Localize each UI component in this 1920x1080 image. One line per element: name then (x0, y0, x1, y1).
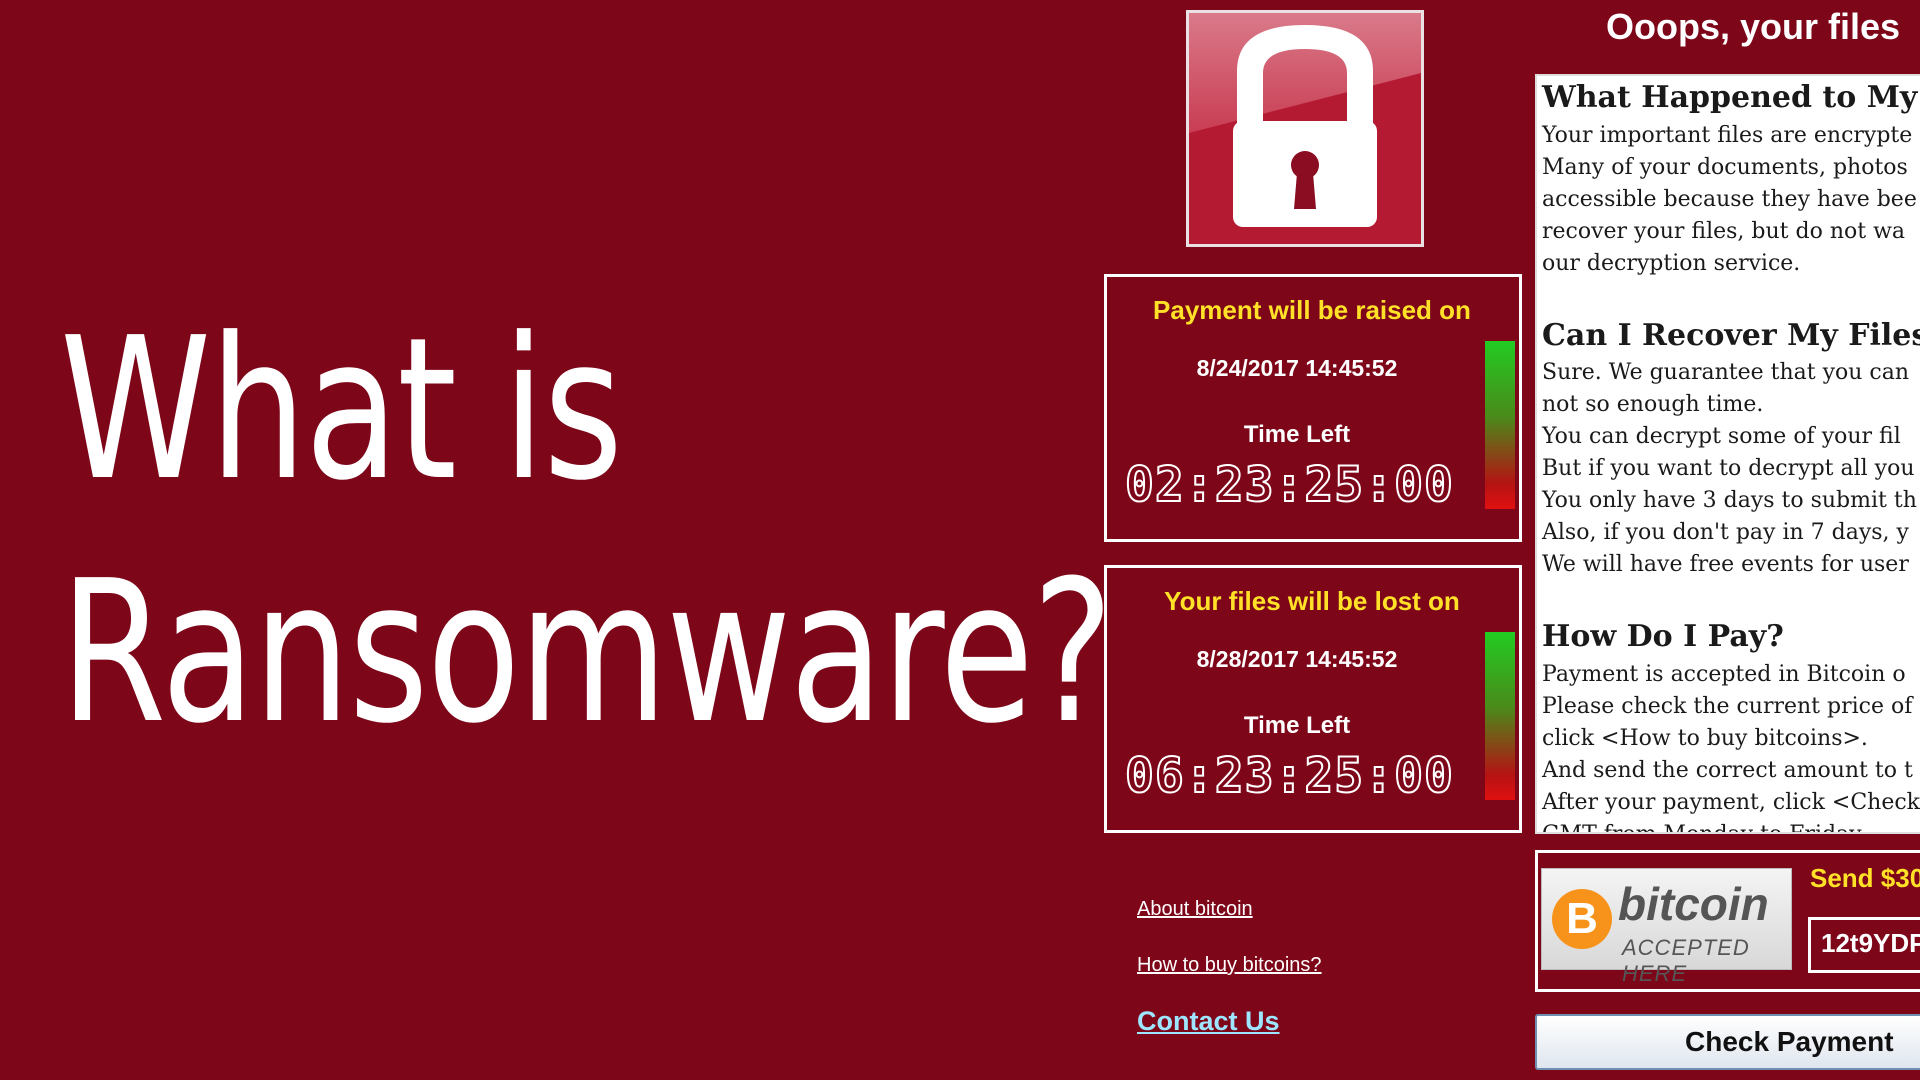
bitcoin-wordmark: bitcoin (1618, 878, 1769, 930)
section-line: Sure. We guarantee that you can (1542, 360, 1910, 385)
ransom-header-title: Ooops, your files (1606, 6, 1901, 47)
check-payment-button[interactable]: Check Payment (1535, 1014, 1920, 1070)
ransom-info-panel[interactable]: What Happened to My C Your important fil… (1535, 74, 1920, 834)
section-line: Your important files are encrypte (1542, 122, 1913, 148)
section-line: click <How to buy bitcoins>. (1542, 725, 1868, 751)
section-line: not so enough time. (1542, 392, 1764, 417)
section-line: And send the correct amount to t (1542, 757, 1913, 783)
info-section: How Do I Pay? Payment is accepted in Bit… (1537, 619, 1920, 834)
countdown-display: 02:23:25:00 (1124, 456, 1454, 514)
section-line: Payment is accepted in Bitcoin o (1542, 661, 1906, 687)
how-to-buy-bitcoins-link[interactable]: How to buy bitcoins? (1137, 954, 1322, 977)
time-left-label: Time Left (1243, 421, 1351, 448)
info-section: Can I Recover My Files? Sure. We guarant… (1537, 317, 1920, 582)
section-heading: How Do I Pay? (1542, 619, 1784, 654)
bitcoin-icon: B (1552, 889, 1612, 949)
info-section: What Happened to My C Your important fil… (1537, 82, 1920, 280)
bitcoin-address-field[interactable]: 12t9YDP (1808, 917, 1920, 973)
time-left-label: Time Left (1243, 712, 1351, 739)
countdown-display: 06:23:25:00 (1124, 747, 1454, 805)
section-line: After your payment, click <Check (1542, 789, 1920, 815)
section-line: accessible because they have bee (1542, 186, 1917, 212)
timer-date: 8/28/2017 14:45:52 (1196, 646, 1398, 672)
section-line: Also, if you don't pay in 7 days, y (1542, 520, 1909, 545)
section-line: Please check the current price of (1542, 693, 1913, 719)
time-progress-bar (1485, 341, 1515, 509)
section-line: You only have 3 days to submit th (1542, 488, 1917, 513)
time-progress-bar (1485, 632, 1515, 800)
timer-heading: Your files will be lost on (1164, 586, 1460, 616)
section-line: recover your files, but do not wa (1542, 218, 1906, 244)
files-lost-timer: Your files will be lost on 8/28/2017 14:… (1104, 565, 1522, 833)
section-line: You can decrypt some of your fil (1542, 424, 1901, 449)
bitcoin-payment-panel: B bitcoin ACCEPTED HERE Send $30 12t9YDP (1535, 850, 1920, 992)
payment-raised-timer: Payment will be raised on 8/24/2017 14:4… (1104, 274, 1522, 542)
section-heading: Can I Recover My Files? (1542, 317, 1920, 353)
bitcoin-accepted-label: ACCEPTED HERE (1622, 935, 1750, 986)
lock-icon (1186, 10, 1424, 247)
headline-line-2: Ransomware? (60, 539, 1113, 767)
section-line: GMT from Monday to Friday. (1542, 821, 1866, 834)
send-amount-label: Send $30 (1810, 863, 1920, 893)
bitcoin-logo: B bitcoin ACCEPTED HERE (1541, 868, 1792, 986)
timer-heading: Payment will be raised on (1153, 295, 1471, 325)
section-line: We will have free events for user (1542, 552, 1909, 577)
timer-date: 8/24/2017 14:45:52 (1196, 355, 1398, 381)
headline-line-1: What is (60, 296, 623, 524)
section-line: our decryption service. (1542, 250, 1801, 276)
about-bitcoin-link[interactable]: About bitcoin (1137, 898, 1253, 921)
section-line: But if you want to decrypt all you (1542, 456, 1915, 481)
section-line: Many of your documents, photos (1542, 154, 1908, 180)
section-heading: What Happened to My C (1542, 80, 1920, 115)
contact-us-link[interactable]: Contact Us (1137, 1006, 1280, 1037)
